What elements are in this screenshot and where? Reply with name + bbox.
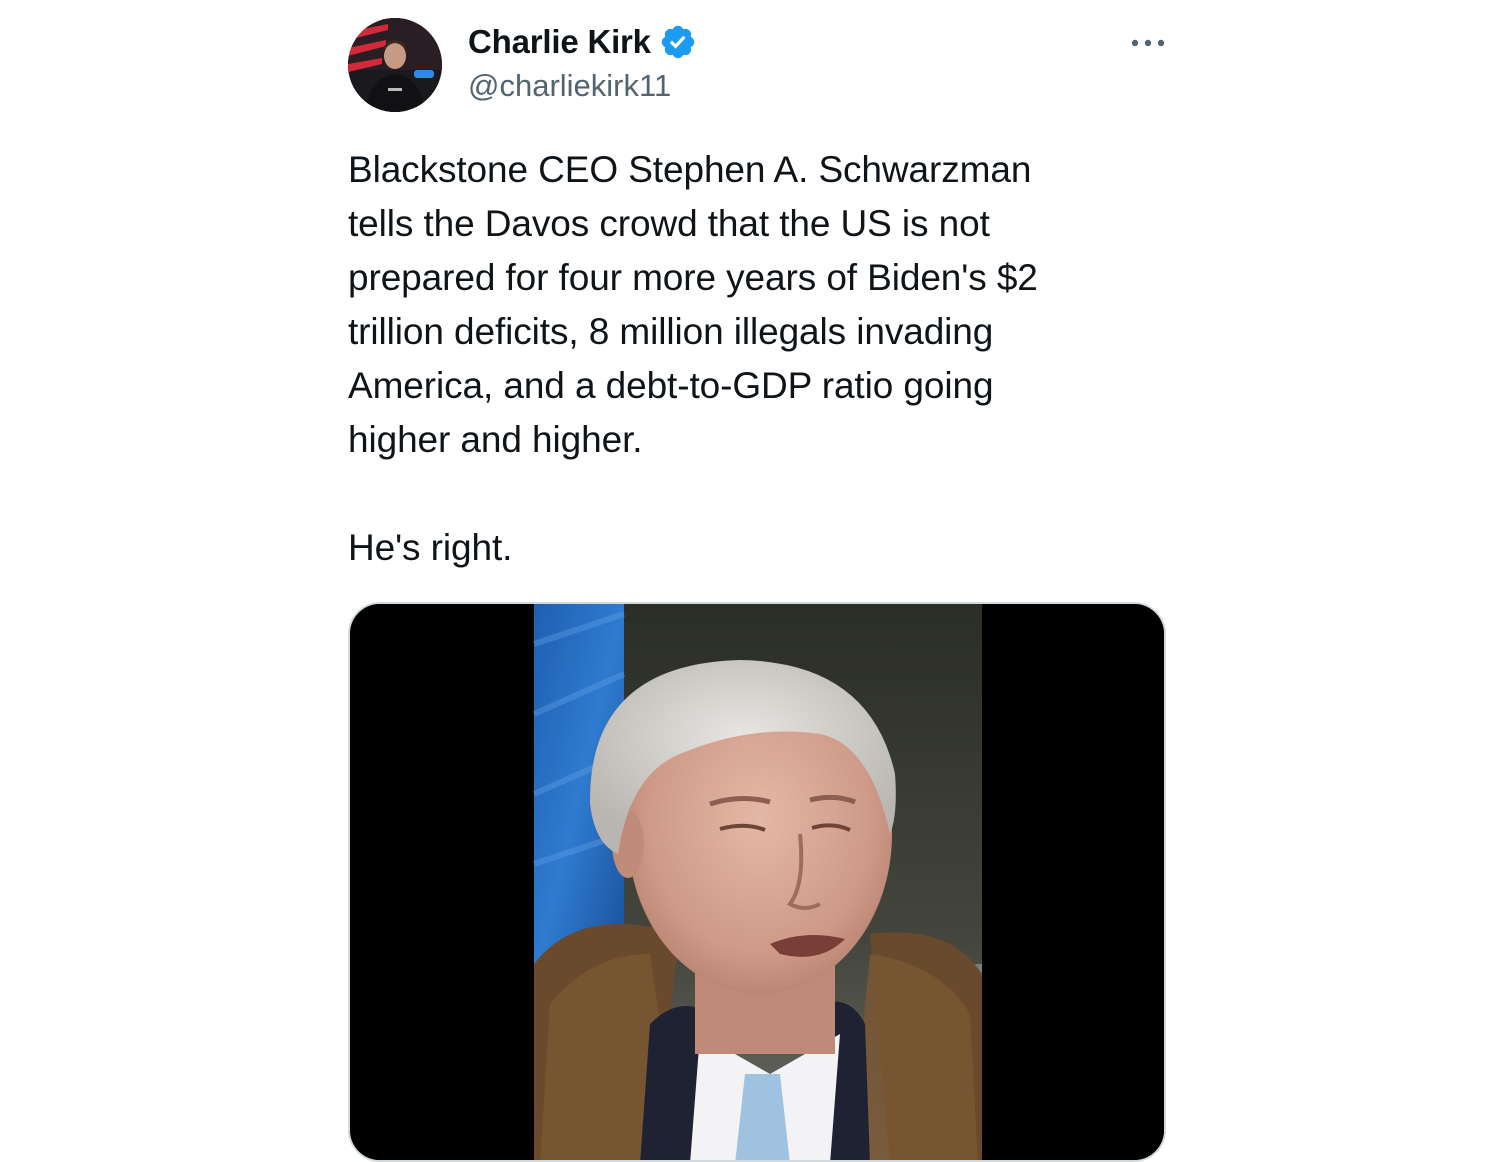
author-display-name[interactable]: Charlie Kirk	[468, 23, 651, 61]
tweet-text: Blackstone CEO Stephen A. Schwarzman tel…	[348, 149, 1038, 568]
tweet-video[interactable]	[348, 602, 1166, 1162]
tweet: Charlie Kirk @charliekirk11 Blackstone C…	[348, 18, 1168, 1162]
author-handle[interactable]: @charliekirk11	[468, 68, 671, 104]
verified-badge-icon	[659, 23, 697, 61]
author-avatar[interactable]	[348, 18, 442, 112]
author-name-row: Charlie Kirk	[468, 20, 697, 64]
video-thumbnail	[350, 604, 1164, 1160]
more-horizontal-icon	[1131, 39, 1165, 47]
more-options-button[interactable]	[1128, 28, 1168, 58]
